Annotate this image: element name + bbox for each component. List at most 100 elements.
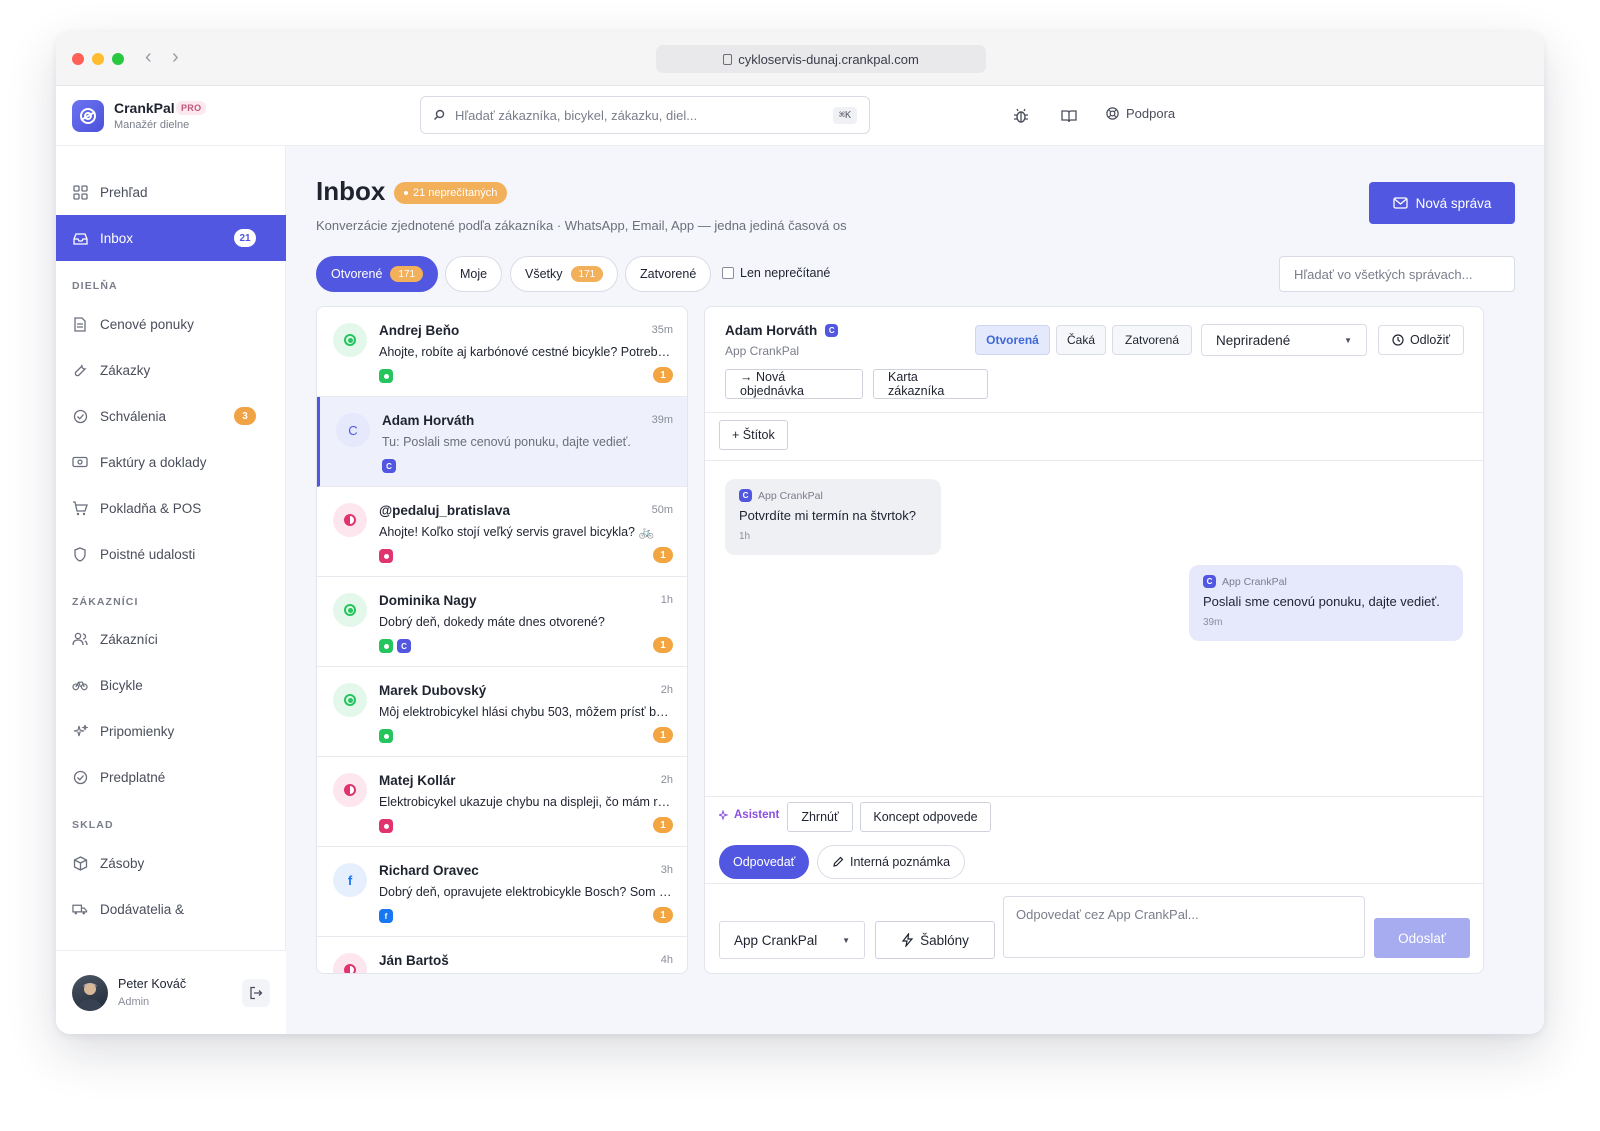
sidebar-item-approvals[interactable]: Schválenia 3 [56, 393, 286, 439]
sidebar-item-insurance[interactable]: Poistné udalosti [56, 531, 286, 577]
main-content: Inbox 21 neprečítaných Konverzácie zjedn… [286, 146, 1544, 1034]
message-bubble-outgoing: C App CrankPal Poslali sme cenovú ponuku,… [1189, 565, 1463, 641]
book-icon[interactable] [1059, 106, 1079, 126]
reply-tab[interactable]: Odpovedať [719, 845, 810, 879]
conversation-item[interactable]: C Adam Horváth 39m Tu: Poslali sme cenovú p… [317, 397, 687, 487]
detail-customer-name[interactable]: Adam Horváth C [725, 323, 839, 338]
channel-chips [379, 729, 393, 743]
url-bar[interactable]: cykloservis-dunaj.crankpal.com [656, 45, 986, 73]
conversation-item[interactable]: f Richard Oravec 3h Dobrý deň, opravujete e… [317, 847, 687, 937]
filter-tab-mine[interactable]: Moje [445, 256, 503, 292]
filter-tab-open[interactable]: Otvorené 171 [316, 256, 439, 292]
new-order-button[interactable]: → Nová objednávka [725, 369, 863, 399]
status-closed-button[interactable]: Zatvorená [1112, 325, 1192, 355]
page-subtitle: Konverzácie zjednotené podľa zákazníka ·… [316, 218, 847, 233]
conversation-item[interactable]: Andrej Beňo 35m Ahojte, robíte aj karbónov… [317, 307, 687, 397]
sidebar-item-invoices[interactable]: Faktúry a doklady [56, 439, 286, 485]
customer-card-button[interactable]: Karta zákazníka [873, 369, 988, 399]
sidebar-item-customers[interactable]: Zákazníci [56, 616, 286, 662]
filter-tab-closed[interactable]: Zatvorené [625, 256, 712, 292]
sidebar-item-bikes[interactable]: Bicykle [56, 662, 286, 708]
templates-label: Šablóny [920, 932, 969, 948]
sidebar-item-jobs[interactable]: Zákazky [56, 347, 286, 393]
conversation-item[interactable]: Marek Dubovský 2h Môj elektrobicykel hlási… [317, 667, 687, 757]
customer-name: Adam Horváth [725, 323, 818, 338]
minimize-window-icon[interactable] [92, 53, 104, 65]
sidebar-item-label: Cenové ponuky [100, 316, 194, 332]
new-message-button[interactable]: Nová správa [1369, 182, 1515, 224]
unread-only-checkbox[interactable]: Len neprečítané [722, 266, 830, 280]
whatsapp-channel-icon [379, 639, 393, 653]
global-search-input[interactable] [455, 107, 823, 123]
avatar[interactable] [72, 975, 108, 1011]
divider [705, 460, 1483, 461]
caret-down-icon: ▼ [1344, 335, 1352, 345]
summarize-button[interactable]: Zhrnúť [787, 802, 853, 832]
templates-button[interactable]: Šablóny [875, 921, 995, 959]
facebook-channel-icon: f [379, 909, 393, 923]
sidebar-item-reminders[interactable]: Pripomienky [56, 708, 286, 754]
sidebar-item-subscriptions[interactable]: Predplatné [56, 754, 286, 800]
send-button[interactable]: Odoslať [1374, 918, 1470, 958]
maximize-window-icon[interactable] [112, 53, 124, 65]
filter-tab-all[interactable]: Všetky 171 [510, 256, 619, 292]
sparkles-icon [72, 723, 88, 739]
internal-note-tab[interactable]: Interná poznámka [817, 845, 966, 879]
assistant-label: Asistent [719, 809, 779, 821]
sidebar-item-label: Poistné udalosti [100, 546, 196, 562]
conversation-time: 39m [651, 414, 673, 426]
reply-channel-select[interactable]: App CrankPal ▼ [719, 921, 865, 959]
conversation-item[interactable]: Dominika Nagy 1h Dobrý deň, dokedy máte dn… [317, 577, 687, 667]
sidebar-item-label: Zákazky [100, 362, 151, 378]
app-topbar: CrankPal PRO Manažér dielne ⌘K Podpora [56, 86, 1544, 146]
global-search[interactable]: ⌘K [420, 96, 870, 134]
url-text: cykloservis-dunaj.crankpal.com [738, 51, 919, 67]
reply-channel-value: App CrankPal [734, 932, 818, 948]
conversation-preview: Elektrobicykel ukazuje chybu na displeji… [379, 795, 673, 809]
sidebar-item-pos[interactable]: Pokladňa & POS [56, 485, 286, 531]
sidebar-item-suppliers[interactable]: Dodávatelia & [56, 886, 286, 932]
sidebar-user: Peter Kováč Admin [56, 950, 286, 1034]
facebook-icon: f [333, 863, 367, 897]
conversation-item[interactable]: @pedaluj_bratislava 50m Ahojte! Koľko stoj… [317, 487, 687, 577]
filter-tab-label: Moje [460, 267, 488, 281]
sidebar-item-overview[interactable]: Prehľad [56, 169, 286, 215]
conversation-name: Ján Bartoš [379, 953, 449, 968]
message-time: 1h [739, 531, 751, 542]
status-waiting-button[interactable]: Čaká [1056, 325, 1106, 355]
snooze-button[interactable]: Odložiť [1378, 325, 1464, 355]
app-channel-icon: C [1203, 575, 1216, 588]
conversation-name: Matej Kollár [379, 773, 456, 788]
draft-reply-button[interactable]: Koncept odpovede [860, 802, 991, 832]
sidebar-item-quotes[interactable]: Cenové ponuky [56, 301, 286, 347]
user-role: Admin [118, 996, 150, 1008]
bug-icon[interactable] [1011, 106, 1031, 126]
back-arrow-icon[interactable]: ‹ [145, 46, 152, 69]
status-open-button[interactable]: Otvorená [975, 325, 1050, 355]
inbox-icon [72, 230, 88, 246]
channel-chips [379, 549, 393, 563]
sidebar-item-inbox[interactable]: Inbox 21 [56, 215, 286, 261]
lightning-icon [901, 933, 914, 947]
sidebar-item-label: Zásoby [100, 855, 145, 871]
sidebar-item-stock[interactable]: Zásoby [56, 840, 286, 886]
shield-icon [72, 546, 88, 562]
crankpal-logo-icon[interactable] [72, 100, 104, 132]
support-link[interactable]: Podpora [1105, 106, 1175, 121]
unread-count-badge: 1 [653, 727, 673, 743]
sidebar-section-title: ZÁKAZNÍCI [72, 596, 139, 608]
reply-textarea[interactable] [1003, 896, 1365, 958]
add-tag-button[interactable]: + Štítok [719, 420, 788, 450]
conversation-item[interactable]: Ján Bartoš 4h [317, 937, 687, 973]
conversation-item[interactable]: Matej Kollár 2h Elektrobicykel ukazuje chy… [317, 757, 687, 847]
message-search-input[interactable] [1279, 256, 1515, 292]
approvals-count-badge: 3 [234, 407, 256, 425]
assignee-value: Nepriradené [1216, 332, 1291, 348]
logout-button[interactable] [242, 979, 270, 1007]
assignee-select[interactable]: Nepriradené ▼ [1201, 324, 1367, 356]
forward-arrow-icon[interactable]: › [172, 46, 179, 69]
checkbox-icon[interactable] [722, 267, 734, 279]
message-text: Potvrdíte mi termín na štvrtok? [739, 508, 917, 523]
close-window-icon[interactable] [72, 53, 84, 65]
sparkles-icon [719, 809, 729, 821]
